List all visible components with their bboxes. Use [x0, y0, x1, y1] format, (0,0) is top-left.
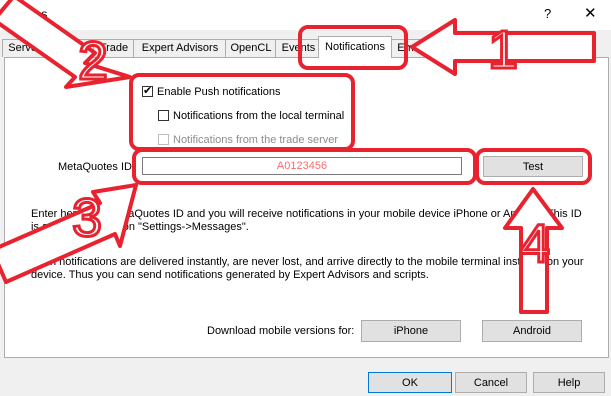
tab-events[interactable]: Events: [275, 39, 322, 57]
tab-opencl[interactable]: OpenCL: [225, 39, 277, 57]
tab-notifications[interactable]: Notifications: [318, 36, 392, 58]
download-label: Download mobile versions for:: [207, 325, 355, 337]
android-button[interactable]: Android: [482, 320, 582, 342]
check-icon: ✔: [143, 85, 153, 97]
window-title: Options: [6, 7, 48, 21]
tab-community[interactable]: Community: [470, 39, 540, 57]
checkbox-box[interactable]: ✔: [142, 85, 153, 97]
description-text-1: Enter here your MetaQuotes ID and you wi…: [31, 208, 582, 233]
trade-server-label: Notifications from the trade server: [173, 134, 339, 146]
metaquotes-id-input[interactable]: [142, 157, 462, 175]
local-terminal-label: Notifications from the local terminal: [173, 110, 345, 122]
tab-email[interactable]: Email: [390, 39, 432, 57]
ok-button[interactable]: OK: [368, 372, 452, 393]
metaquotes-id-label: MetaQuotes ID:: [58, 161, 136, 173]
tab-trade[interactable]: Trade: [93, 39, 135, 57]
tab-charts[interactable]: Charts: [47, 39, 95, 57]
tab-strip: Server Charts Trade Expert Advisors Open…: [2, 36, 608, 58]
checkbox-box[interactable]: [158, 110, 169, 121]
description-text-2: Such notifications are delivered instant…: [31, 256, 584, 281]
test-button[interactable]: Test: [483, 156, 583, 177]
help-button[interactable]: Help: [533, 372, 605, 393]
title-bar: Options ? ✕: [0, 0, 611, 30]
tab-server[interactable]: Server: [2, 39, 47, 57]
tab-ftp[interactable]: FTP: [430, 39, 472, 57]
tab-expert-advisors[interactable]: Expert Advisors: [133, 39, 227, 57]
checkbox-box: [158, 134, 169, 145]
help-icon[interactable]: ?: [544, 6, 551, 21]
enable-push-label: Enable Push notifications: [157, 86, 281, 98]
close-icon[interactable]: ✕: [584, 4, 597, 22]
cancel-button[interactable]: Cancel: [455, 372, 527, 393]
iphone-button[interactable]: iPhone: [361, 320, 461, 342]
